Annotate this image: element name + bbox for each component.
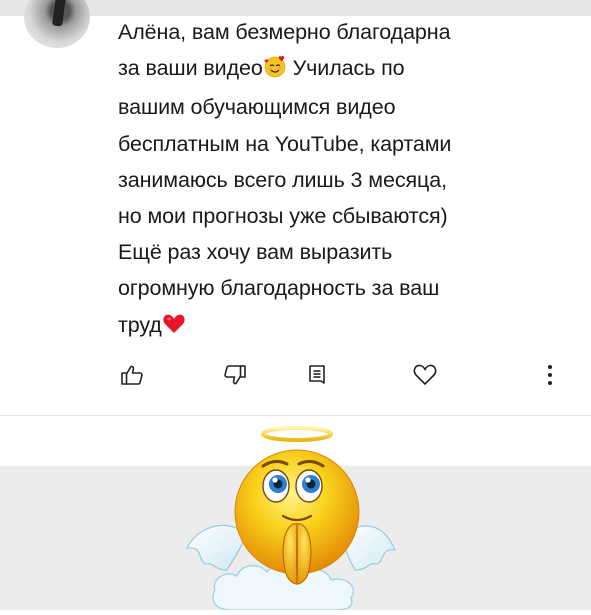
comment-line-4: бесплатным на YouTube, картами: [118, 131, 452, 156]
comment-line-2: за ваши видео Училась по: [118, 50, 558, 89]
heart-icon: [412, 363, 438, 392]
comment-line-6: но мои прогнозы уже сбываются): [118, 204, 448, 229]
dislike-icon: [223, 363, 247, 392]
comment-text: Алёна, вам безмерно благодарна за ваши в…: [118, 14, 558, 346]
dislike-button[interactable]: [220, 362, 250, 392]
red-heart-icon: [162, 310, 186, 346]
avatar[interactable]: [24, 0, 90, 48]
comment-line-3: вашим обучающимся видео: [118, 95, 396, 120]
comment-line-5: занимаюсь всего лишь 3 месяца,: [118, 167, 447, 192]
angel-emoji-sticker: [175, 420, 397, 611]
comment-line-2-rest: Училась по: [292, 56, 405, 81]
comment-line-9: труд: [118, 307, 558, 346]
more-options-button[interactable]: [535, 362, 565, 392]
heart-button[interactable]: [410, 362, 440, 392]
like-icon: [120, 363, 144, 392]
comment-line-2-text: за ваши видео: [118, 56, 263, 81]
smiling-hearts-emoji-icon: [263, 53, 287, 89]
comment-line-8: огромную благодарность за ваш: [118, 276, 440, 301]
reply-icon: [305, 363, 329, 392]
comment-line-7: Ещё раз хочу вам выразить: [118, 240, 393, 265]
reply-button[interactable]: [302, 362, 332, 392]
comment-line-1: Алёна, вам безмерно благодарна: [118, 20, 451, 44]
comment-actions: [0, 362, 591, 394]
like-button[interactable]: [117, 362, 147, 392]
comment-line-9-text: труд: [118, 312, 162, 337]
divider: [0, 415, 591, 416]
more-vertical-icon: [546, 364, 554, 391]
